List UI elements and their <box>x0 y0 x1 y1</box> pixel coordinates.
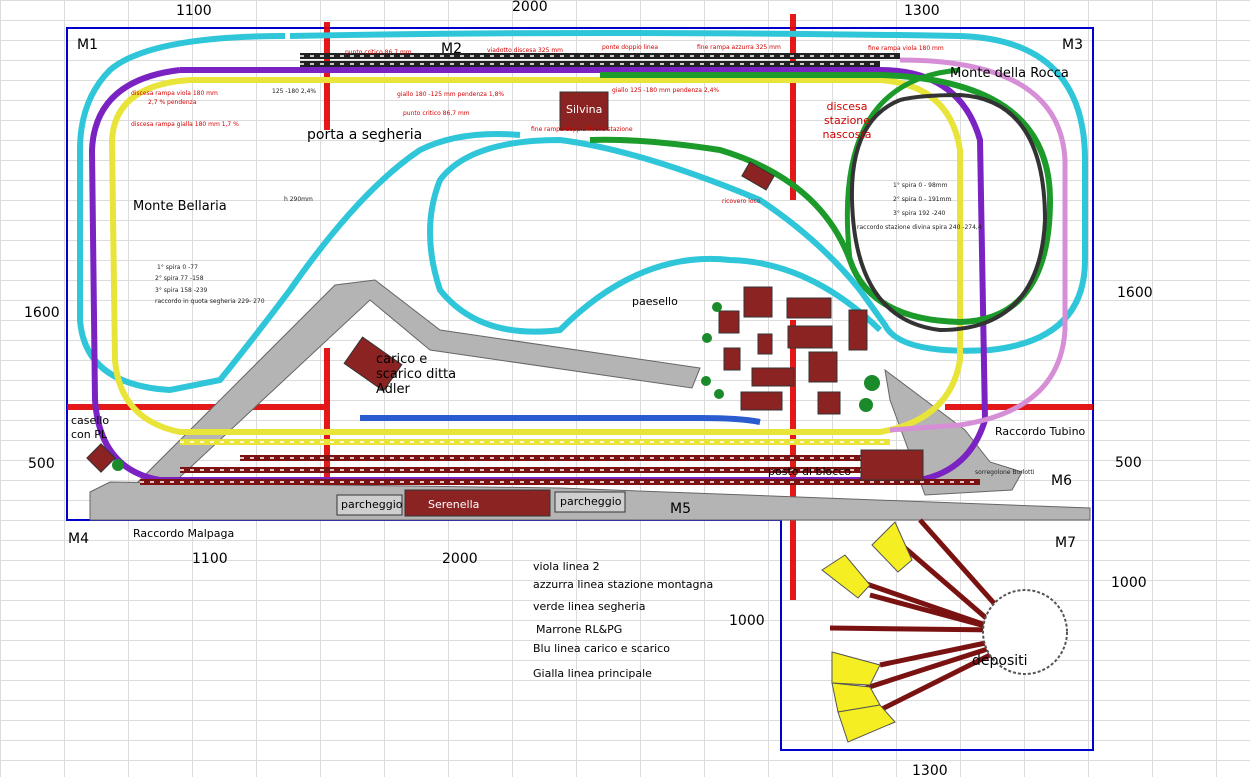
legend-item: Blu linea carico e scarico <box>533 642 670 655</box>
dim-bottom-1100: 1100 <box>192 551 228 567</box>
module-m7: M7 <box>1055 535 1076 551</box>
note-raccordo-quota: raccordo in quota segheria 229- 270 <box>155 298 265 305</box>
label-silvina: Silvina <box>566 103 603 116</box>
label-porta-segheria: porta a segheria <box>307 127 423 143</box>
module-m3: M3 <box>1062 37 1083 53</box>
module-m2: M2 <box>441 41 462 57</box>
label-parcheggio-left: parcheggio <box>341 498 403 511</box>
note-fine-viola-right: fine rampa viola 180 mm <box>868 45 944 52</box>
note-spira-right-2: 2° spira 0 - 191mm <box>893 196 952 203</box>
note-fine-rampa-livello: fine rampa doppia livello stazione <box>531 126 633 133</box>
dim-right-1000: 1000 <box>1111 575 1147 591</box>
track-nero <box>300 53 900 67</box>
module-m6: M6 <box>1051 473 1072 489</box>
label-serenella: Serenella <box>428 498 480 511</box>
track-plan <box>66 14 1094 751</box>
label-raccordo-tubino: Raccordo Tubino <box>995 425 1086 438</box>
label-depositi: depositi <box>972 653 1028 669</box>
legend-item: viola linea 2 <box>533 560 600 573</box>
label-monte-bellaria: Monte Bellaria <box>133 199 227 214</box>
note-punto-critico-top: punto critico 86,7 mm <box>345 49 412 56</box>
note-giallo-180: giallo 180 -125 mm pendenza 1,8% <box>397 91 505 98</box>
label-casello: casello con PL <box>71 414 110 441</box>
note-spira-left-2: 2° spira 77 -158 <box>155 275 204 282</box>
note-ponte: ponte doppio linea <box>602 44 659 51</box>
legend-item: verde linea segheria <box>533 600 646 613</box>
label-carico: carico e scarico ditta Adler <box>376 352 457 397</box>
dim-top-1100: 1100 <box>176 3 212 19</box>
label-ricovero: ricovero loco <box>722 198 761 205</box>
label-monte-della-rocca: Monte della Rocca <box>950 66 1069 81</box>
dim-mid-1000: 1000 <box>729 613 765 629</box>
note-giallo-125: giallo 125 -180 mm pendenza 2,4% <box>612 87 720 94</box>
legend-item: Gialla linea principale <box>533 667 652 680</box>
note-spira-left-3: 3° spira 158 -239 <box>155 287 208 294</box>
dim-bottom-1300: 1300 <box>912 763 948 779</box>
dim-top-2000: 2000 <box>512 0 548 15</box>
legend-item: azzurra linea stazione montagna <box>533 578 714 591</box>
note-spira-right-3: 3° spira 192 -240 <box>893 210 946 217</box>
dim-top-1300: 1300 <box>904 3 940 19</box>
note-punto-critico-mid: punto critico 86,7 mm <box>403 110 470 117</box>
dim-left-1600: 1600 <box>24 305 60 321</box>
note-pendenza: 2,7 % pendenza <box>148 99 197 106</box>
label-raccordo-malpaga: Raccordo Malpaga <box>133 527 235 540</box>
note-spira-left-1: 1° spira 0 -77 <box>157 264 198 271</box>
note-spira-right-1: 1° spira 0 - 98mm <box>893 182 948 189</box>
label-posto-blocco: posto di blocco <box>768 465 852 478</box>
note-discesa-viola: discesa rampa viola 180 mm <box>131 90 218 97</box>
depot-sheds <box>821 521 913 743</box>
label-parcheggio-right: parcheggio <box>560 495 622 508</box>
module-m1: M1 <box>77 37 98 53</box>
label-discesa: discesa stazione nascosta <box>822 100 872 141</box>
track-blu <box>360 415 761 425</box>
module-m4: M4 <box>68 531 89 547</box>
note-sborgo: sorregolone Borlotti <box>975 469 1035 476</box>
dim-bottom-2000: 2000 <box>442 551 478 567</box>
note-125: 125 -180 2,4% <box>272 88 317 95</box>
track-rosa <box>889 57 1068 433</box>
dim-left-500: 500 <box>28 456 55 472</box>
module-m5: M5 <box>670 501 691 517</box>
dim-right-1600: 1600 <box>1117 285 1153 301</box>
label-h290: h 290mm <box>284 196 313 203</box>
note-raccordo-stazione: raccordo stazione divina spira 240 -274,… <box>857 224 982 231</box>
dim-right-500: 500 <box>1115 455 1142 471</box>
note-viadotto: viadotto discesa 325 mm <box>487 47 564 54</box>
legend-item: Marrone RL&PG <box>536 623 623 636</box>
label-paesello: paesello <box>632 295 678 308</box>
note-fine-azzurra: fine rampa azzurra 325 mm <box>697 44 781 51</box>
note-discesa-gialla: discesa rampa gialla 180 mm 1,7 % <box>131 121 239 128</box>
